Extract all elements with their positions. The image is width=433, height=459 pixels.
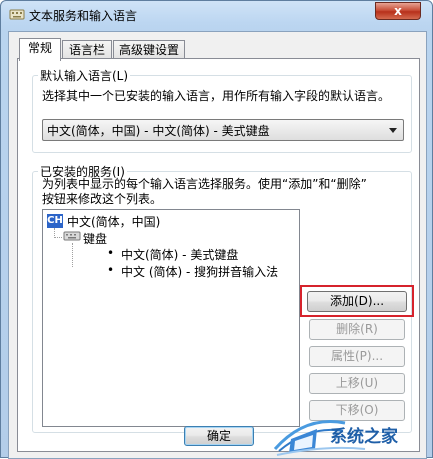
remove-button[interactable]: 删除(R) — [309, 319, 405, 340]
properties-button[interactable]: 属性(P)... — [309, 346, 405, 367]
title-bar[interactable]: 文本服务和输入语言 x — [1, 1, 433, 27]
tree-bullet: • — [107, 263, 115, 277]
add-button[interactable]: 添加(D)... — [307, 291, 407, 312]
close-button[interactable]: x — [375, 2, 421, 20]
tree-connector — [72, 243, 73, 267]
keyboard-icon — [63, 231, 81, 241]
installed-services-description-line2: 按钮来修改这个列表。 — [42, 192, 163, 206]
default-language-dropdown[interactable]: 中文(简体，中国) - 中文(简体) - 美式键盘 — [42, 119, 404, 141]
tree-item-service[interactable]: 中文(简体) - 美式键盘 — [121, 246, 238, 263]
tree-item-category[interactable]: 键盘 — [83, 230, 107, 247]
tab-advanced-key-settings[interactable]: 高级键设置 — [113, 40, 185, 60]
tree-item-service[interactable]: 中文 (简体) - 搜狗拼音输入法 — [121, 263, 278, 280]
tab-language-bar[interactable]: 语言栏 — [62, 40, 112, 60]
tree-item-language[interactable]: 中文(简体，中国) — [67, 213, 160, 230]
tree-bullet: • — [107, 246, 115, 260]
services-tree[interactable]: CH 中文(简体，中国) 键盘 • 中文(简体) - 美式键盘 • 中文 (简体… — [42, 209, 300, 427]
default-language-description: 选择其中一个已安装的输入语言，用作所有输入字段的默认语言。 — [42, 89, 391, 103]
tab-label: 语言栏 — [68, 43, 105, 57]
language-badge: CH — [47, 214, 63, 228]
close-icon: x — [394, 4, 402, 18]
tab-label: 常规 — [27, 41, 52, 55]
default-language-selected: 中文(简体，中国) - 中文(简体) - 美式键盘 — [47, 124, 270, 138]
keyboard-app-icon — [9, 9, 25, 20]
watermark-text: 系统之家 — [330, 427, 398, 447]
tree-connector — [54, 237, 62, 238]
ok-button[interactable]: 确定 — [184, 426, 254, 446]
chevron-down-icon — [389, 128, 397, 133]
window-title: 文本服务和输入语言 — [29, 9, 138, 23]
tab-general[interactable]: 常规 — [19, 38, 61, 61]
dialog-client-area: 常规 语言栏 高级键设置 默认输入语言(L) 选择其中一个已安装的输入语言，用作… — [8, 31, 427, 459]
dialog-window: 文本服务和输入语言 x 常规 语言栏 高级键设置 默认输入语言(L) 选择其中一… — [0, 0, 433, 459]
tab-panel-general: 默认输入语言(L) 选择其中一个已安装的输入语言，用作所有输入字段的默认语言。 … — [17, 58, 420, 452]
move-up-button[interactable]: 上移(U) — [309, 373, 405, 394]
tab-label: 高级键设置 — [118, 43, 179, 57]
default-language-group-title: 默认输入语言(L) — [38, 67, 131, 84]
